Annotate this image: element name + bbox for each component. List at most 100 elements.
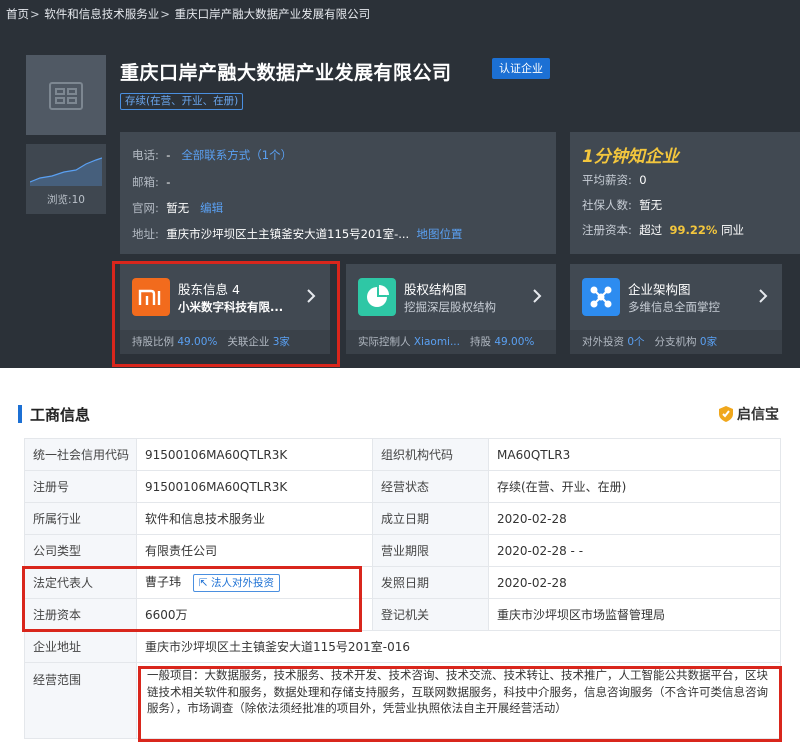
field-value: MA60QTLR3 xyxy=(488,438,781,471)
highlight-box-legal-rep xyxy=(22,566,362,632)
pie-glyph-icon xyxy=(367,285,389,307)
field-value: 有限责任公司 xyxy=(136,534,373,567)
field-label: 成立日期 xyxy=(372,502,489,535)
field-label: 经营状态 xyxy=(372,470,489,503)
address-label: 地址: xyxy=(132,227,159,241)
map-location-link[interactable]: 地图位置 xyxy=(417,227,463,241)
field-value: 2020-02-28 xyxy=(488,566,781,599)
structure-card-footer: 对外投资 0个 分支机构 0家 xyxy=(570,330,782,354)
field-label: 营业期限 xyxy=(372,534,489,567)
highlight-box-scope xyxy=(138,666,782,742)
breadcrumb-separator: > xyxy=(160,7,170,21)
breadcrumb-company: 重庆口岸产融大数据产业发展有限公司 xyxy=(174,7,371,21)
breadcrumb: 首页> 软件和信息技术服务业> 重庆口岸产融大数据产业发展有限公司 xyxy=(6,6,370,22)
qixinbao-brand-text: 启信宝 xyxy=(737,407,779,423)
field-label: 发照日期 xyxy=(372,566,489,599)
status-badge: 存续(在营、开业、在册) xyxy=(120,93,244,110)
field-value: 重庆市沙坪坝区市场监督管理局 xyxy=(488,598,781,631)
chevron-right-icon[interactable] xyxy=(532,288,542,304)
section-accent-bar xyxy=(18,405,22,423)
capital-rank-row: 注册资本: 超过 99.22% 同业 xyxy=(582,222,744,238)
controller-value[interactable]: Xiaomi... xyxy=(414,336,460,348)
holding-label: 持股 xyxy=(470,336,491,348)
table-row: 统一社会信用代码 91500106MA60QTLR3K 组织机构代码 MA60Q… xyxy=(24,438,781,471)
investment-value[interactable]: 0个 xyxy=(627,336,644,348)
field-value: 存续(在营、开业、在册) xyxy=(488,470,781,503)
pie-chart-icon xyxy=(358,278,396,316)
field-label: 企业地址 xyxy=(24,630,137,663)
table-row: 所属行业 软件和信息技术服务业 成立日期 2020-02-28 xyxy=(24,502,781,535)
views-count: 浏览:10 xyxy=(47,194,85,206)
phone-row: 电话: - 全部联系方式（1个） xyxy=(132,147,292,163)
website-edit-link[interactable]: 编辑 xyxy=(200,201,223,215)
certified-badge[interactable]: 认证企业 xyxy=(492,58,550,79)
views-trend: 浏览:10 xyxy=(26,144,106,214)
company-logo xyxy=(26,55,106,135)
holding-value: 49.00% xyxy=(494,336,535,348)
insured-value: 暂无 xyxy=(639,198,663,212)
equity-card-main[interactable]: 股权结构图 挖掘深层股权结构 xyxy=(346,264,556,330)
avg-salary-row: 平均薪资: 0 xyxy=(582,172,647,188)
enterprise-structure-card[interactable]: 企业架构图 多维信息全面掌控 对外投资 0个 分支机构 0家 xyxy=(570,264,782,354)
breadcrumb-industry[interactable]: 软件和信息技术服务业 xyxy=(44,7,159,21)
insured-row: 社保人数: 暂无 xyxy=(582,197,662,213)
table-row: 公司类型 有限责任公司 营业期限 2020-02-28 - - xyxy=(24,534,781,567)
capital-percent: 99.22% xyxy=(669,223,718,237)
chevron-right-icon[interactable] xyxy=(758,288,768,304)
website-value: 暂无 xyxy=(166,201,190,215)
field-label: 所属行业 xyxy=(24,502,137,535)
phone-value: - xyxy=(166,148,171,162)
trend-line-icon xyxy=(30,157,102,186)
phone-label: 电话: xyxy=(132,148,159,162)
address-row: 地址: 重庆市沙坪坝区土主镇釜安大道115号201室-... 地图位置 xyxy=(132,226,463,242)
building-icon xyxy=(49,82,83,110)
network-glyph-icon xyxy=(590,286,612,308)
equity-title: 股权结构图 xyxy=(404,282,467,297)
field-label: 公司类型 xyxy=(24,534,137,567)
qixinbao-brand: 启信宝 xyxy=(718,404,779,424)
equity-sub: 挖掘深层股权结构 xyxy=(404,300,496,314)
field-value: 91500106MA60QTLR3K xyxy=(136,438,373,471)
capital-suffix: 同业 xyxy=(721,223,745,237)
branch-label: 分支机构 xyxy=(654,336,697,348)
breadcrumb-home[interactable]: 首页 xyxy=(6,7,29,21)
avg-salary-value: 0 xyxy=(639,173,647,187)
network-icon xyxy=(582,278,620,316)
structure-card-main[interactable]: 企业架构图 多维信息全面掌控 xyxy=(570,264,782,330)
website-label: 官网: xyxy=(132,201,159,215)
highlight-box-shareholder xyxy=(112,261,340,367)
address-value: 重庆市沙坪坝区土主镇釜安大道115号201室-... xyxy=(166,227,410,241)
equity-structure-card[interactable]: 股权结构图 挖掘深层股权结构 实际控制人 Xiaomi... 持股 49.00% xyxy=(346,264,556,354)
all-contacts-link[interactable]: 全部联系方式（1个） xyxy=(181,148,292,162)
capital-prefix: 超过 xyxy=(639,223,663,237)
structure-title: 企业架构图 xyxy=(628,282,691,297)
equity-card-footer: 实际控制人 Xiaomi... 持股 49.00% xyxy=(346,330,556,354)
field-label: 注册号 xyxy=(24,470,137,503)
field-value: 91500106MA60QTLR3K xyxy=(136,470,373,503)
field-value: 软件和信息技术服务业 xyxy=(136,502,373,535)
section-title: 工商信息 xyxy=(30,406,91,424)
quick-know-panel: 1分钟知企业 平均薪资: 0 社保人数: 暂无 注册资本: 超过 99.22% … xyxy=(570,132,800,254)
quick-know-brand: 1分钟知企业 xyxy=(582,147,679,167)
table-row: 企业地址 重庆市沙坪坝区土主镇釜安大道115号201室-016 xyxy=(24,630,781,663)
breadcrumb-separator: > xyxy=(30,7,40,21)
field-label: 登记机关 xyxy=(372,598,489,631)
capital-label: 注册资本: xyxy=(582,223,632,237)
email-row: 邮箱: - xyxy=(132,174,170,190)
branch-value[interactable]: 0家 xyxy=(700,336,717,348)
shield-icon xyxy=(719,406,733,422)
website-row: 官网: 暂无 编辑 xyxy=(132,200,223,216)
investment-label: 对外投资 xyxy=(582,336,624,348)
insured-label: 社保人数: xyxy=(582,198,632,212)
avg-salary-label: 平均薪资: xyxy=(582,173,632,187)
field-value: 2020-02-28 xyxy=(488,502,781,535)
field-label: 统一社会信用代码 xyxy=(24,438,137,471)
email-value: - xyxy=(166,175,171,189)
company-header: 首页> 软件和信息技术服务业> 重庆口岸产融大数据产业发展有限公司 浏览:10 … xyxy=(0,0,800,368)
company-address-value: 重庆市沙坪坝区土主镇釜安大道115号201室-016 xyxy=(136,630,781,663)
table-row: 注册号 91500106MA60QTLR3K 经营状态 存续(在营、开业、在册) xyxy=(24,470,781,503)
company-name: 重庆口岸产融大数据产业发展有限公司 xyxy=(120,62,452,84)
structure-sub: 多维信息全面掌控 xyxy=(628,300,720,314)
field-value: 2020-02-28 - - xyxy=(488,534,781,567)
controller-label: 实际控制人 xyxy=(358,336,411,348)
